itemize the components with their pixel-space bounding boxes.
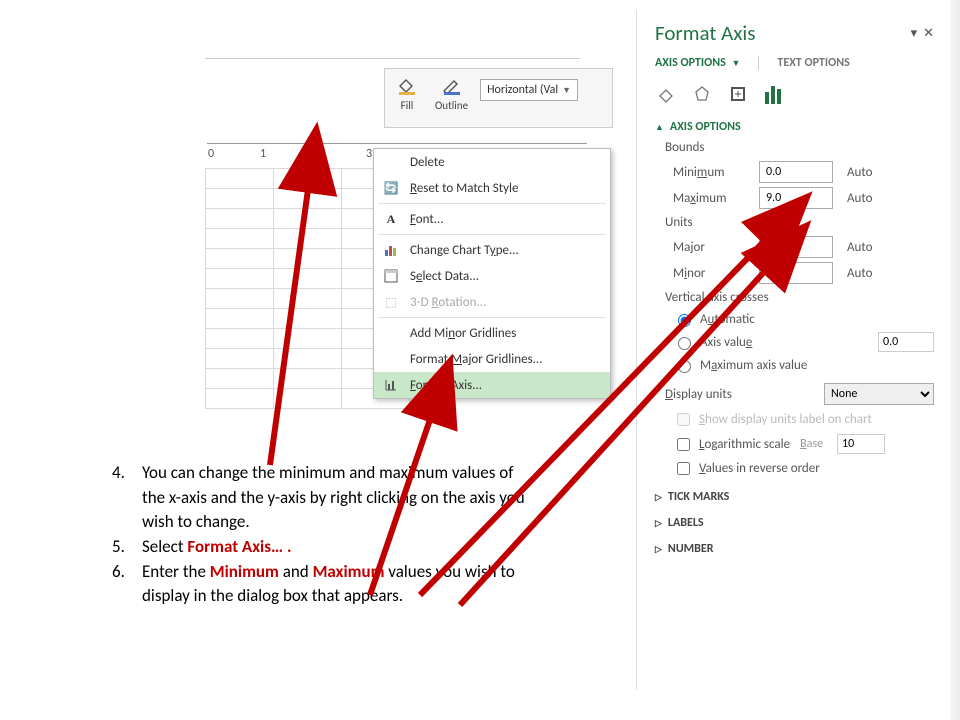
major-unit-label: Major <box>673 240 759 255</box>
outline-button[interactable]: Outline <box>431 73 472 114</box>
section-labels[interactable]: ▷LABELS <box>655 516 934 530</box>
instruction-6: Enter the Minimum and Maximum values you… <box>142 560 532 609</box>
axis-value-input[interactable] <box>878 332 934 352</box>
ctx-reset-style[interactable]: 🔄 Reset to Match Style <box>374 175 610 201</box>
ctx-select-data[interactable]: Select Data... <box>374 263 610 289</box>
display-units-label: Display units <box>665 387 732 402</box>
tab-text-options[interactable]: TEXT OPTIONS <box>777 56 849 70</box>
context-menu: Delete 🔄 Reset to Match Style A Font... … <box>373 148 611 399</box>
minor-auto-button[interactable]: Auto <box>847 266 872 281</box>
radio-automatic[interactable] <box>678 314 691 327</box>
fill-button[interactable]: Fill <box>391 73 423 114</box>
chk-log-scale[interactable] <box>677 438 690 451</box>
tick-1: 1 <box>260 147 266 161</box>
x-axis-line[interactable] <box>207 143 587 144</box>
fill-bucket-icon <box>395 75 419 97</box>
pane-title-text: Format Axis <box>655 20 755 46</box>
log-base-input[interactable] <box>837 434 885 454</box>
minimum-label: Minimum <box>673 165 759 180</box>
maximum-input[interactable] <box>759 187 833 209</box>
major-auto-button[interactable]: Auto <box>847 240 872 255</box>
subhead-units: Units <box>665 215 934 230</box>
instruction-4: You can change the minimum and maximum v… <box>142 461 532 535</box>
instruction-5: Select Format Axis… . <box>142 535 532 560</box>
instructions: 4.You can change the minimum and maximum… <box>112 461 612 609</box>
ctx-delete[interactable]: Delete <box>374 149 610 175</box>
effects-icon[interactable] <box>691 82 713 104</box>
reset-icon: 🔄 <box>382 179 400 197</box>
chart-element-dropdown[interactable]: Horizontal (Val ▼ <box>480 79 578 101</box>
ctx-add-minor-gridlines[interactable]: Add Minor Gridlines <box>374 320 610 346</box>
radio-max-axis-value[interactable] <box>678 360 691 373</box>
font-icon: A <box>382 210 400 228</box>
major-unit-input[interactable] <box>759 236 833 258</box>
ctx-3d-rotation: ⬚ 3-D Rotation... <box>374 289 610 315</box>
section-axis-options[interactable]: ▲AXIS OPTIONS <box>655 120 934 134</box>
mini-toolbar: Fill Outline Horizontal (Val ▼ <box>384 68 613 128</box>
minimum-input[interactable] <box>759 161 833 183</box>
tab-axis-options[interactable]: AXIS OPTIONS ▼ <box>655 56 740 70</box>
chk-show-units-label <box>677 413 690 426</box>
ctx-change-chart-type[interactable]: Change Chart Type... <box>374 237 610 263</box>
section-number[interactable]: ▷NUMBER <box>655 542 934 556</box>
tick-0: 0 <box>208 147 214 161</box>
ctx-font[interactable]: A Font... <box>374 206 610 232</box>
ctx-format-major-gridlines[interactable]: Format Major Gridlines... <box>374 346 610 372</box>
display-units-select[interactable]: None <box>824 383 934 405</box>
pane-close-icon[interactable]: ✕ <box>923 26 934 41</box>
axis-options-icon[interactable] <box>763 82 785 104</box>
size-properties-icon[interactable] <box>727 82 749 104</box>
pen-icon <box>440 75 464 97</box>
format-axis-icon <box>382 376 400 394</box>
chevron-down-icon: ▼ <box>562 85 571 96</box>
radio-axis-value[interactable] <box>678 337 691 350</box>
right-edge-strip <box>950 0 960 720</box>
fill-label: Fill <box>401 99 414 112</box>
outline-label: Outline <box>435 99 468 112</box>
delete-icon <box>382 153 400 171</box>
subhead-bounds: Bounds <box>665 140 934 155</box>
select-data-icon <box>382 267 400 285</box>
subhead-vertical-crosses: Vertical axis crosses <box>665 290 934 305</box>
tick-3: 3 <box>366 147 372 161</box>
rotation-icon: ⬚ <box>382 293 400 311</box>
fill-line-icon[interactable] <box>655 82 677 104</box>
pane-options-caret-icon[interactable]: ▾ <box>911 26 918 41</box>
ctx-format-axis[interactable]: Format Axis... <box>374 372 610 398</box>
dropdown-value: Horizontal (Val <box>487 83 558 97</box>
section-tick-marks[interactable]: ▷TICK MARKS <box>655 490 934 504</box>
chk-reverse-order[interactable] <box>677 462 690 475</box>
minimum-auto-button[interactable]: Auto <box>847 165 872 180</box>
minor-unit-input[interactable] <box>759 262 833 284</box>
maximum-label: Maximum <box>673 191 759 206</box>
chart-type-icon <box>382 241 400 259</box>
tick-2: 2 <box>313 147 319 161</box>
format-axis-pane: Format Axis ▾ ✕ AXIS OPTIONS ▼ TEXT OPTI… <box>636 10 948 690</box>
minor-unit-label: Minor <box>673 266 759 281</box>
maximum-auto-button[interactable]: Auto <box>847 191 872 206</box>
